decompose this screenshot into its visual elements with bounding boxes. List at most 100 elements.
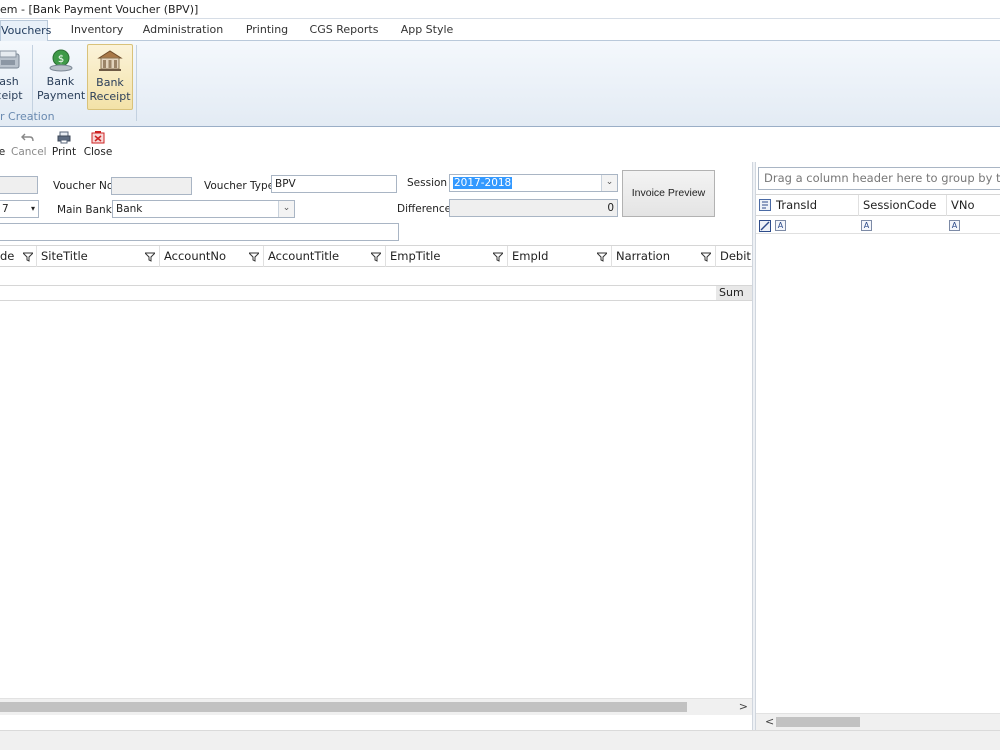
column-header-vno[interactable]: VNo <box>947 195 1000 216</box>
bank-receipt-label-2: Receipt <box>89 90 131 103</box>
invoice-preview-button[interactable]: Invoice Preview <box>622 170 715 217</box>
bank-receipt-icon <box>97 50 123 71</box>
right-grid-horizontal-scrollbar[interactable]: < <box>756 713 1000 730</box>
ribbon-tabs: Vouchers Inventory Administration Printi… <box>0 19 1000 42</box>
difference-label: Difference <box>397 203 452 215</box>
date-value: 7 <box>2 203 9 215</box>
filter-icon[interactable] <box>249 252 259 262</box>
column-header-label: AccountTitle <box>268 249 340 263</box>
column-header-label: Narration <box>616 249 670 263</box>
scrollbar-thumb[interactable] <box>0 702 687 712</box>
voucher-date-field[interactable] <box>0 176 38 194</box>
difference-field: 0 <box>449 199 618 217</box>
text-filter-icon[interactable]: A <box>775 220 786 231</box>
group-by-panel[interactable]: Drag a column header here to group by t <box>758 167 1000 190</box>
panel-splitter[interactable] <box>752 162 756 730</box>
tab-printing[interactable]: Printing <box>240 19 294 41</box>
column-header-label: Debit <box>720 249 751 263</box>
grid-horizontal-scrollbar[interactable]: > <box>0 698 752 715</box>
save-label: e <box>0 146 6 158</box>
scroll-right-arrow-icon[interactable]: > <box>739 699 748 716</box>
cancel-button[interactable]: Cancel <box>11 131 47 159</box>
window-title: em - [Bank Payment Voucher (BPV)] <box>0 0 1000 19</box>
right-grid-filter-row: A A A <box>756 216 1000 234</box>
date-picker[interactable]: 7 ▾ <box>0 200 39 218</box>
column-header-label: EmpId <box>512 249 549 263</box>
tab-administration[interactable]: Administration <box>140 19 226 41</box>
filter-icon[interactable] <box>701 252 711 262</box>
dropdown-arrow-icon[interactable]: ▾ <box>31 201 35 217</box>
close-icon <box>91 131 105 144</box>
print-label: Print <box>51 146 77 158</box>
bank-payment-label-2: Payment <box>37 89 86 102</box>
scrollbar-thumb[interactable] <box>776 717 860 727</box>
filter-icon[interactable] <box>371 252 381 262</box>
bank-payment-icon: $ <box>49 49 72 72</box>
ribbon-panel: ash ceipt $ Bank Payment Bank Receipt r … <box>0 41 1000 127</box>
close-label: Close <box>83 146 113 158</box>
sum-cell[interactable]: Sum <box>716 286 752 300</box>
column-header-label: SiteTitle <box>41 249 88 263</box>
session-combo[interactable]: 2017-2018 ⌄ <box>449 174 618 192</box>
main-bank-label: Main Bank <box>57 204 112 216</box>
voucher-no-field[interactable] <box>111 177 192 195</box>
column-header-emptitle[interactable]: EmpTitle <box>386 246 508 267</box>
filter-icon[interactable] <box>493 252 503 262</box>
bank-payment-button[interactable]: $ Bank Payment <box>37 44 86 110</box>
voucher-toolbar: e Cancel Print Close <box>0 128 1000 162</box>
column-header-debit[interactable]: Debit <box>716 246 752 267</box>
cash-receipt-icon <box>0 50 20 69</box>
column-header-label: de <box>0 249 15 263</box>
session-value: 2017-2018 <box>453 177 513 189</box>
column-header-narration[interactable]: Narration <box>612 246 716 267</box>
print-button[interactable]: Print <box>51 131 77 159</box>
column-header-label: AccountNo <box>164 249 227 263</box>
ribbon-group-label: r Creation <box>0 110 55 123</box>
voucher-type-label: Voucher Type <box>204 180 275 192</box>
cancel-label: Cancel <box>11 146 47 158</box>
tab-inventory[interactable]: Inventory <box>64 19 130 41</box>
filter-icon[interactable] <box>597 252 607 262</box>
undo-icon <box>21 133 34 142</box>
cash-receipt-label-2: ceipt <box>0 89 23 102</box>
save-button[interactable]: e <box>0 131 6 159</box>
sum-label: Sum <box>719 286 744 299</box>
right-grid-header: TransId SessionCode VNo <box>756 194 1000 216</box>
narration-field[interactable] <box>0 223 399 241</box>
ribbon-separator <box>136 45 137 121</box>
cash-receipt-label-1: ash <box>0 75 19 88</box>
column-header-sitetitle[interactable]: SiteTitle <box>37 246 160 267</box>
column-header[interactable]: de <box>0 246 37 267</box>
main-bank-combo[interactable]: Bank ⌄ <box>112 200 295 218</box>
main-bank-value: Bank <box>116 203 143 215</box>
tab-vouchers[interactable]: Vouchers <box>0 20 51 42</box>
bank-receipt-button[interactable]: Bank Receipt <box>87 44 133 110</box>
voucher-no-label: Voucher No <box>53 180 114 192</box>
grid-header: de SiteTitle AccountNo AccountTitle EmpT… <box>0 245 752 267</box>
close-button[interactable]: Close <box>83 131 113 159</box>
chevron-down-icon[interactable]: ⌄ <box>278 201 294 217</box>
column-header-sessioncode[interactable]: SessionCode <box>859 195 947 216</box>
voucher-type-field[interactable]: BPV <box>271 175 397 193</box>
edit-filter-icon[interactable] <box>759 220 771 232</box>
column-header-empid[interactable]: EmpId <box>508 246 612 267</box>
filter-icon[interactable] <box>145 252 155 262</box>
grid-summary-row: Sum <box>0 285 752 301</box>
text-filter-icon[interactable]: A <box>949 220 960 231</box>
tab-app-style[interactable]: App Style <box>396 19 458 41</box>
column-header-label: EmpTitle <box>390 249 441 263</box>
column-header-transid[interactable]: TransId <box>772 195 859 216</box>
column-chooser-icon[interactable] <box>759 199 771 211</box>
bank-receipt-label-1: Bank <box>96 76 124 89</box>
scroll-left-arrow-icon[interactable]: < <box>765 714 774 729</box>
text-filter-icon[interactable]: A <box>861 220 872 231</box>
status-bar <box>0 730 1000 750</box>
column-header-accountno[interactable]: AccountNo <box>160 246 264 267</box>
filter-icon[interactable] <box>23 252 33 262</box>
chevron-down-icon[interactable]: ⌄ <box>601 175 617 191</box>
tab-cgs-reports[interactable]: CGS Reports <box>308 19 380 41</box>
column-header-accounttitle[interactable]: AccountTitle <box>264 246 386 267</box>
cash-receipt-button[interactable]: ash ceipt <box>0 44 26 110</box>
session-label: Session <box>407 177 448 189</box>
printer-icon <box>57 131 71 144</box>
